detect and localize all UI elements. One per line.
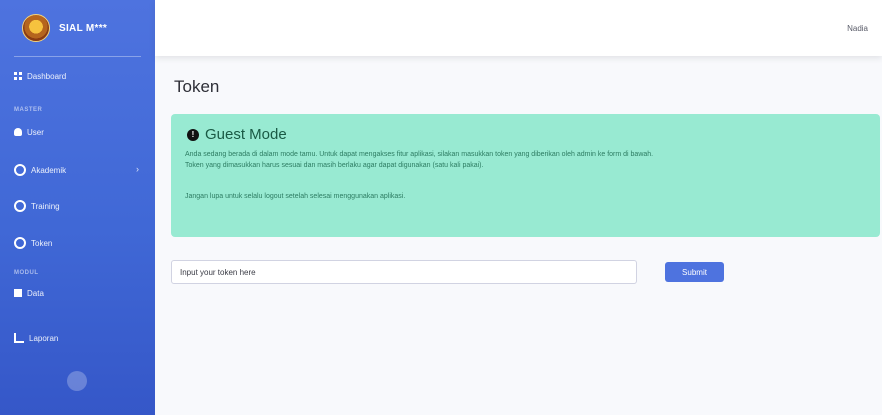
guest-mode-alert: ! Guest Mode Anda sedang berada di dalam…: [171, 114, 880, 237]
sidebar-item-data[interactable]: Data: [14, 286, 44, 300]
gear-icon: [14, 164, 26, 176]
sidebar-toggle-button[interactable]: [67, 371, 87, 391]
brand-name: SIAL M***: [59, 22, 108, 34]
doc-icon: [14, 289, 22, 297]
submit-button[interactable]: Submit: [665, 262, 724, 282]
chevron-right-icon[interactable]: ›: [136, 164, 139, 174]
sidebar: SIAL M*** Dashboard MASTER User Akademik…: [0, 0, 155, 415]
info-icon: !: [187, 128, 199, 141]
alert-text-1: Anda sedang berada di dalam mode tamu. U…: [185, 151, 654, 158]
sidebar-item-akademik[interactable]: Akademik: [14, 163, 66, 177]
brand[interactable]: SIAL M***: [0, 0, 155, 56]
sidebar-item-label: Laporan: [29, 333, 59, 343]
alert-text-2: Token yang dimasukkan harus sesuai dan m…: [185, 162, 484, 169]
sidebar-divider: [14, 56, 141, 57]
sidebar-item-user[interactable]: User: [14, 125, 44, 139]
sidebar-item-label: Token: [31, 238, 53, 248]
grid-icon: [14, 72, 22, 80]
sidebar-item-label: Data: [27, 288, 44, 298]
settings-icon: [14, 200, 26, 212]
sidebar-item-training[interactable]: Training: [14, 199, 60, 213]
logo-icon: [22, 14, 50, 42]
alert-note: Jangan lupa untuk selalu logout setelah …: [185, 193, 406, 200]
topbar: Nadia: [155, 0, 882, 56]
sidebar-item-laporan[interactable]: Laporan: [14, 331, 58, 345]
alert-title: Guest Mode: [205, 126, 287, 143]
user-icon: [14, 128, 22, 136]
token-input[interactable]: [171, 260, 637, 284]
user-menu[interactable]: Nadia: [847, 24, 868, 33]
sidebar-item-dashboard[interactable]: Dashboard: [14, 69, 66, 83]
sidebar-section-master: MASTER: [14, 107, 43, 113]
page-title: Token: [174, 77, 220, 96]
sidebar-item-token[interactable]: Token: [14, 236, 52, 250]
sidebar-item-label: Dashboard: [27, 71, 67, 81]
sidebar-item-label: Akademik: [31, 165, 67, 175]
chart-icon: [14, 333, 24, 343]
sidebar-item-label: Training: [31, 201, 60, 211]
sidebar-section-modul: MODUL: [14, 270, 39, 276]
key-icon: [14, 237, 26, 249]
sidebar-item-label: User: [27, 127, 44, 137]
